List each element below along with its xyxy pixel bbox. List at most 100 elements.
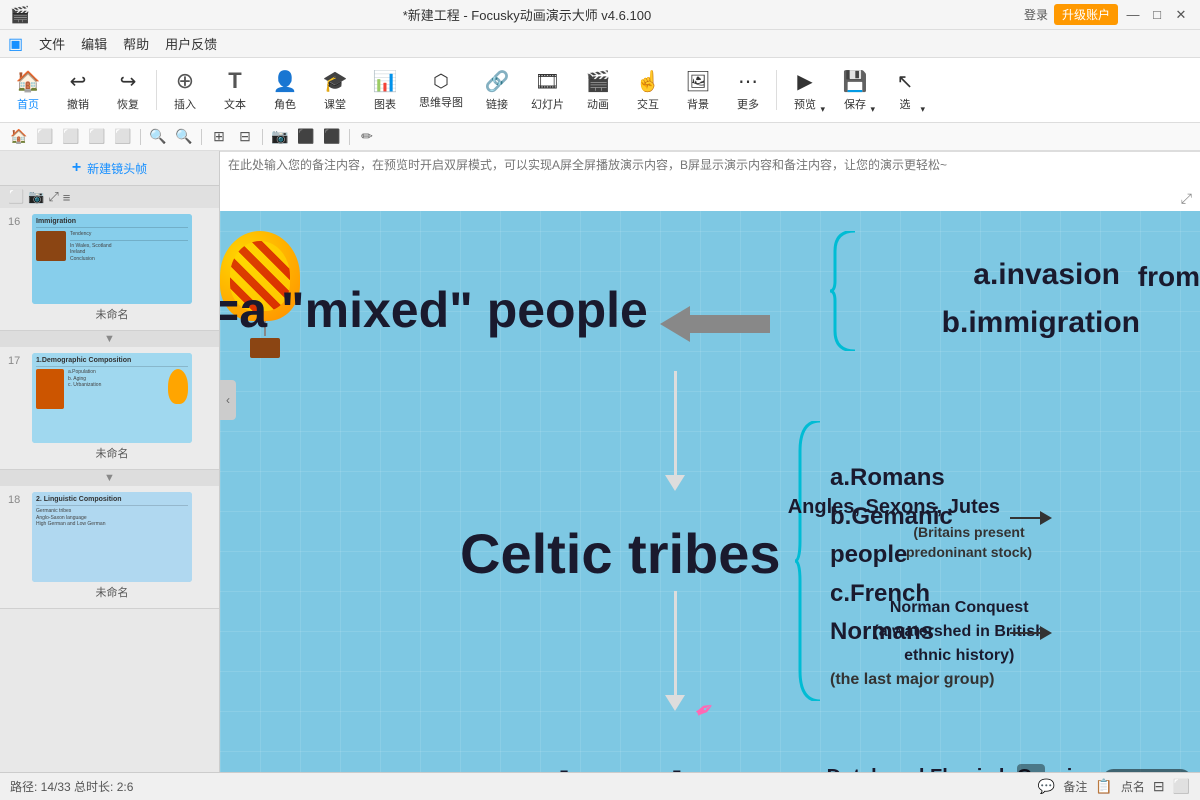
- statusbar: 路径: 14/33 总时长: 2:6 💬 备注 📋 点名 ⊟ ⬜: [0, 772, 1200, 800]
- fit-frame-icon[interactable]: ⤢: [48, 189, 58, 205]
- sub-edit-icon[interactable]: ✏: [356, 126, 378, 148]
- canvas-area[interactable]: history =a "mixed" people a.invasion b.i…: [220, 151, 1200, 800]
- britains-text[interactable]: (Britains presentpredoninant stock): [906, 523, 1032, 562]
- tool-link[interactable]: 🔗 链接: [473, 61, 521, 119]
- tool-home[interactable]: 🏠 首页: [4, 61, 52, 119]
- tool-interact-label: 交互: [637, 96, 659, 112]
- status-path: 路径: 14/33 总时长: 2:6: [10, 778, 133, 795]
- notes-area: ⤢: [220, 151, 1200, 211]
- tool-bg-label: 背景: [687, 96, 709, 112]
- status-right: 💬 备注 📋 点名 ⊟ ⬜: [1038, 778, 1190, 795]
- lesson-icon: 🎓: [323, 69, 348, 94]
- tool-mindmap[interactable]: ⬡ 思维导图: [411, 61, 471, 119]
- sub-box2-icon[interactable]: ⬛: [321, 126, 343, 148]
- minimize-button[interactable]: —: [1124, 6, 1142, 24]
- tool-undo-label: 撤销: [67, 96, 89, 112]
- camera-frame-icon[interactable]: 📷: [28, 189, 44, 205]
- notes-expand-icon[interactable]: ⤢: [1181, 190, 1192, 207]
- sub-zoom-in-icon[interactable]: 🔍: [147, 126, 169, 148]
- tool-redo[interactable]: ↪ 恢复: [104, 61, 152, 119]
- tool-link-label: 链接: [486, 96, 508, 112]
- menu-item-help[interactable]: 帮助: [123, 34, 149, 53]
- sub-cut-icon[interactable]: ⬜: [86, 126, 108, 148]
- slide-label-16: 未命名: [32, 304, 192, 324]
- sub-copy-icon[interactable]: ⬜: [34, 126, 56, 148]
- last-group-text[interactable]: (the last major group): [830, 671, 994, 689]
- slide-group-16: 16 Immigration Tendency In Wales,: [0, 208, 219, 331]
- sub-separator-1: [140, 129, 141, 145]
- arrange-frame-icon[interactable]: ≡: [63, 190, 71, 205]
- toolbar-separator-2: [776, 70, 777, 110]
- sub-home-icon[interactable]: 🏠: [8, 126, 30, 148]
- new-frame-button[interactable]: + 新建镜头帧: [0, 151, 219, 186]
- sub-delete-icon[interactable]: ⬜: [112, 126, 134, 148]
- slide-item-18[interactable]: 18 2. Linguistic Composition Germanic tr…: [0, 486, 219, 609]
- sub-zoom-out-icon[interactable]: 🔍: [173, 126, 195, 148]
- tool-text[interactable]: T 文本: [211, 61, 259, 119]
- comment-icon[interactable]: 💬: [1038, 778, 1055, 795]
- sidebar-collapse-button[interactable]: ‹: [220, 380, 236, 420]
- menubar: ▣ 文件 编辑 帮助 用户反馈: [0, 30, 1200, 58]
- tool-preview[interactable]: ▶ 预览: [781, 61, 829, 119]
- tool-chart[interactable]: 📊 图表: [361, 61, 409, 119]
- maximize-button[interactable]: □: [1148, 6, 1166, 24]
- arrow-normans: [1010, 626, 1052, 640]
- tool-more-label: 更多: [737, 96, 759, 112]
- tool-more[interactable]: ⋯ 更多: [724, 61, 772, 119]
- mixed-people-text[interactable]: =a "mixed" people: [220, 281, 648, 339]
- notes-textarea[interactable]: [228, 156, 1192, 207]
- menu-item-edit[interactable]: 编辑: [81, 34, 107, 53]
- slide-thumb-17: 1.Demographic Composition a.Population b…: [32, 353, 192, 443]
- fullscreen-icon[interactable]: ⬜: [1173, 778, 1190, 795]
- subtoolbar: 🏠 ⬜ ⬜ ⬜ ⬜ 🔍 🔍 ⊞ ⊟ 📷 ⬛ ⬛ ✏: [0, 123, 1200, 151]
- login-button[interactable]: 登录: [1024, 6, 1048, 23]
- tool-preview-label: 预览: [794, 96, 816, 112]
- tool-save-label: 保存: [844, 96, 866, 112]
- close-button[interactable]: ✕: [1172, 6, 1190, 24]
- tool-redo-label: 恢复: [117, 96, 139, 112]
- sub-grid-icon[interactable]: ⊞: [208, 126, 230, 148]
- brace-left-top: [830, 231, 860, 351]
- thumb-content-18: 2. Linguistic Composition Germanic tribe…: [32, 492, 192, 582]
- sub-separator-2: [201, 129, 202, 145]
- link-icon: 🔗: [485, 69, 510, 94]
- thumb-content-16: Immigration Tendency In Wales, Scotland …: [32, 214, 192, 304]
- attendance-label[interactable]: 点名: [1121, 778, 1145, 795]
- tool-anim[interactable]: 🎬 动画: [574, 61, 622, 119]
- role-icon: 👤: [273, 69, 298, 94]
- main-area: + 新建镜头帧 ⬜ 📷 ⤢ ≡ 16 Immigration: [0, 151, 1200, 800]
- notes-label[interactable]: 备注: [1063, 778, 1087, 795]
- tool-save[interactable]: 💾 保存: [831, 61, 879, 119]
- tool-select[interactable]: ↖ 选: [881, 61, 929, 119]
- vertical-arrow-1: [665, 371, 685, 491]
- tool-insert[interactable]: ⊕ 插入: [161, 61, 209, 119]
- layout-icon[interactable]: ⊟: [1153, 778, 1165, 795]
- from-text[interactable]: from: [1138, 261, 1200, 293]
- attendance-icon[interactable]: 📋: [1095, 778, 1112, 795]
- sub-paste-icon[interactable]: ⬜: [60, 126, 82, 148]
- invasion-text[interactable]: a.invasion: [973, 251, 1120, 299]
- tool-bg[interactable]: 🖼 背景: [674, 61, 722, 119]
- tool-undo[interactable]: ↩ 撤销: [54, 61, 102, 119]
- tool-lesson-label: 课堂: [324, 96, 346, 112]
- angles-text[interactable]: Angles, Sexons, Jutes: [788, 496, 1000, 519]
- tool-interact[interactable]: ☝ 交互: [624, 61, 672, 119]
- sub-screenshot-icon[interactable]: 📷: [269, 126, 291, 148]
- tool-lesson[interactable]: 🎓 课堂: [311, 61, 359, 119]
- tool-role[interactable]: 👤 角色: [261, 61, 309, 119]
- interact-icon: ☝: [636, 69, 661, 94]
- home-icon: 🏠: [16, 69, 41, 94]
- celtic-tribes-text[interactable]: Celtic tribes: [460, 521, 781, 586]
- sub-frame-icon[interactable]: ⊟: [234, 126, 256, 148]
- menu-item-file[interactable]: 文件: [39, 34, 65, 53]
- copy-frame-icon[interactable]: ⬜: [8, 189, 24, 205]
- tool-slide[interactable]: 🎞 幻灯片: [523, 61, 572, 119]
- sub-box1-icon[interactable]: ⬛: [295, 126, 317, 148]
- upgrade-button[interactable]: 升级账户: [1054, 4, 1118, 25]
- immigration-text[interactable]: b.immigration: [942, 299, 1140, 347]
- menu-item-feedback[interactable]: 用户反馈: [165, 34, 217, 53]
- titlebar-left: 🎬: [10, 5, 30, 25]
- slide-item-16[interactable]: 16 Immigration Tendency In Wales,: [0, 208, 219, 331]
- slide-item-17[interactable]: 17 1.Demographic Composition a.Populatio…: [0, 347, 219, 470]
- redo-icon: ↪: [120, 69, 137, 94]
